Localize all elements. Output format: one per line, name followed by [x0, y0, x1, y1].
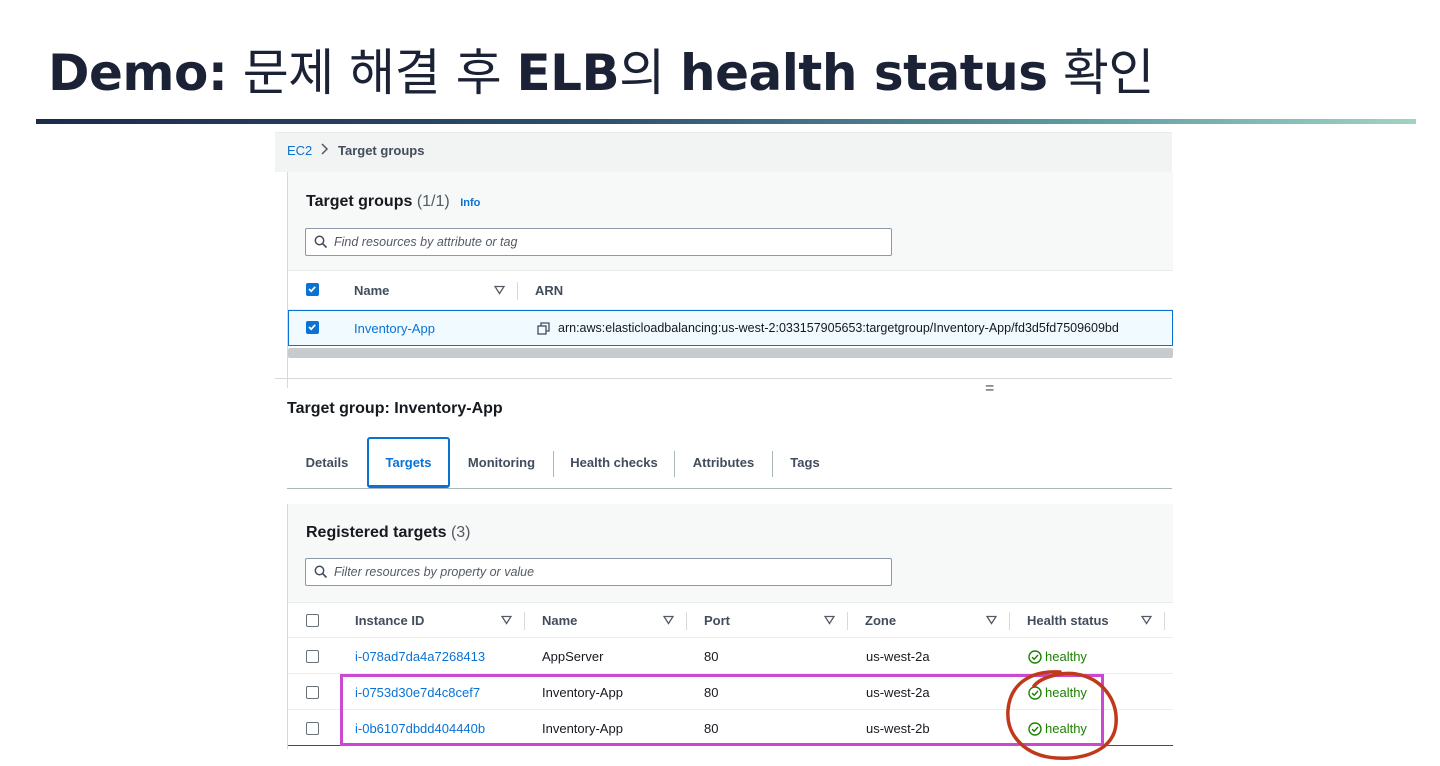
- column-divider: [1164, 612, 1165, 630]
- column-header-arn[interactable]: ARN: [535, 283, 563, 298]
- split-panel-divider: [275, 378, 1172, 379]
- tab-health-checks[interactable]: Health checks: [554, 437, 674, 488]
- target-groups-header: Target groups (1/1) Info: [288, 172, 1173, 270]
- breadcrumb-current: Target groups: [338, 143, 425, 158]
- target-port: 80: [704, 649, 719, 664]
- chevron-right-icon: [321, 143, 329, 155]
- registered-targets-header: Registered targets (3): [288, 504, 1173, 602]
- select-all-checkbox[interactable]: [306, 614, 319, 627]
- column-divider: [524, 612, 525, 630]
- target-group-name-link[interactable]: Inventory-App: [354, 321, 435, 336]
- target-name: AppServer: [542, 649, 604, 664]
- breadcrumb: EC2 Target groups: [275, 132, 1172, 172]
- column-divider: [517, 282, 518, 300]
- health-status-text: healthy: [1045, 649, 1087, 664]
- slide-title-text-3: 확인: [1062, 44, 1155, 102]
- row-checkbox[interactable]: [306, 650, 319, 663]
- registered-targets-filter-input[interactable]: [334, 562, 874, 582]
- tab-targets[interactable]: Targets: [367, 437, 450, 488]
- instance-id-link[interactable]: i-078ad7da4a7268413: [355, 649, 485, 664]
- select-all-checkbox[interactable]: [306, 283, 319, 296]
- target-zone: us-west-2a: [866, 649, 930, 664]
- health-status: healthy: [1028, 649, 1108, 665]
- slide-title: Demo: 문제 해결 후 ELB의 health status 확인: [48, 40, 1154, 106]
- registered-targets-filter[interactable]: [305, 558, 892, 586]
- highlight-rectangle-annotation: [340, 674, 1104, 746]
- target-groups-title-text: Target groups: [306, 193, 413, 210]
- column-header-health-status[interactable]: Health status: [1027, 613, 1109, 628]
- slide-title-health: health status: [680, 44, 1048, 102]
- tab-details[interactable]: Details: [287, 437, 367, 488]
- target-groups-table-header: Name ARN: [288, 270, 1173, 310]
- aws-console-screenshot: EC2 Target groups Target groups (1/1) In…: [275, 132, 1173, 752]
- hand-drawn-circle-annotation: [1006, 670, 1118, 760]
- slide-title-text-2: 의: [619, 44, 665, 102]
- target-groups-card: Target groups (1/1) Info Name ARN Invent…: [287, 172, 1173, 388]
- target-groups-count: (1/1): [416, 193, 450, 210]
- tab-attributes[interactable]: Attributes: [675, 437, 772, 488]
- detail-tabs: Details Targets Monitoring Health checks…: [287, 437, 1172, 489]
- slide-title-elb: ELB: [516, 44, 620, 102]
- row-checkbox[interactable]: [306, 722, 319, 735]
- caret-down-icon[interactable]: [494, 285, 505, 295]
- caret-down-icon[interactable]: [824, 615, 835, 625]
- row-checkbox[interactable]: [306, 686, 319, 699]
- column-header-port[interactable]: Port: [704, 613, 730, 628]
- row-checkbox[interactable]: [306, 321, 319, 334]
- target-groups-title: Target groups (1/1) Info: [306, 193, 480, 211]
- search-icon: [314, 235, 328, 249]
- column-header-zone[interactable]: Zone: [865, 613, 896, 628]
- tab-monitoring[interactable]: Monitoring: [450, 437, 553, 488]
- slide-title-demo: Demo:: [48, 44, 228, 102]
- target-groups-search-input[interactable]: [334, 232, 874, 252]
- column-divider: [1009, 612, 1010, 630]
- table-row[interactable]: Inventory-App arn:aws:elasticloadbalanci…: [288, 310, 1173, 346]
- target-groups-search[interactable]: [305, 228, 892, 256]
- column-header-instance-id[interactable]: Instance ID: [355, 613, 424, 628]
- tab-tags[interactable]: Tags: [773, 437, 837, 488]
- caret-down-icon[interactable]: [501, 615, 512, 625]
- copy-icon[interactable]: [537, 322, 550, 335]
- registered-targets-table-header: Instance ID Name Port Zone Health status: [288, 602, 1173, 638]
- registered-targets-title: Registered targets (3): [306, 524, 471, 542]
- info-link[interactable]: Info: [460, 197, 480, 209]
- search-icon: [314, 565, 328, 579]
- caret-down-icon[interactable]: [663, 615, 674, 625]
- column-divider: [686, 612, 687, 630]
- horizontal-scrollbar[interactable]: [288, 348, 1173, 358]
- target-group-arn: arn:aws:elasticloadbalancing:us-west-2:0…: [558, 321, 1119, 335]
- check-icon: [308, 324, 316, 331]
- breadcrumb-ec2-link[interactable]: EC2: [287, 143, 312, 158]
- caret-down-icon[interactable]: [986, 615, 997, 625]
- target-group-detail-title: Target group: Inventory-App: [287, 400, 503, 417]
- check-icon: [308, 286, 316, 293]
- drag-handle-icon[interactable]: =: [985, 380, 994, 398]
- column-header-name[interactable]: Name: [542, 613, 577, 628]
- caret-down-icon[interactable]: [1141, 615, 1152, 625]
- column-header-name[interactable]: Name: [354, 283, 389, 298]
- slide-title-text-1: 문제 해결 후: [242, 44, 502, 102]
- registered-targets-count: (3): [450, 524, 471, 541]
- title-divider: [36, 119, 1416, 124]
- registered-targets-title-text: Registered targets: [306, 524, 447, 541]
- check-circle-icon: [1028, 650, 1042, 664]
- column-divider: [847, 612, 848, 630]
